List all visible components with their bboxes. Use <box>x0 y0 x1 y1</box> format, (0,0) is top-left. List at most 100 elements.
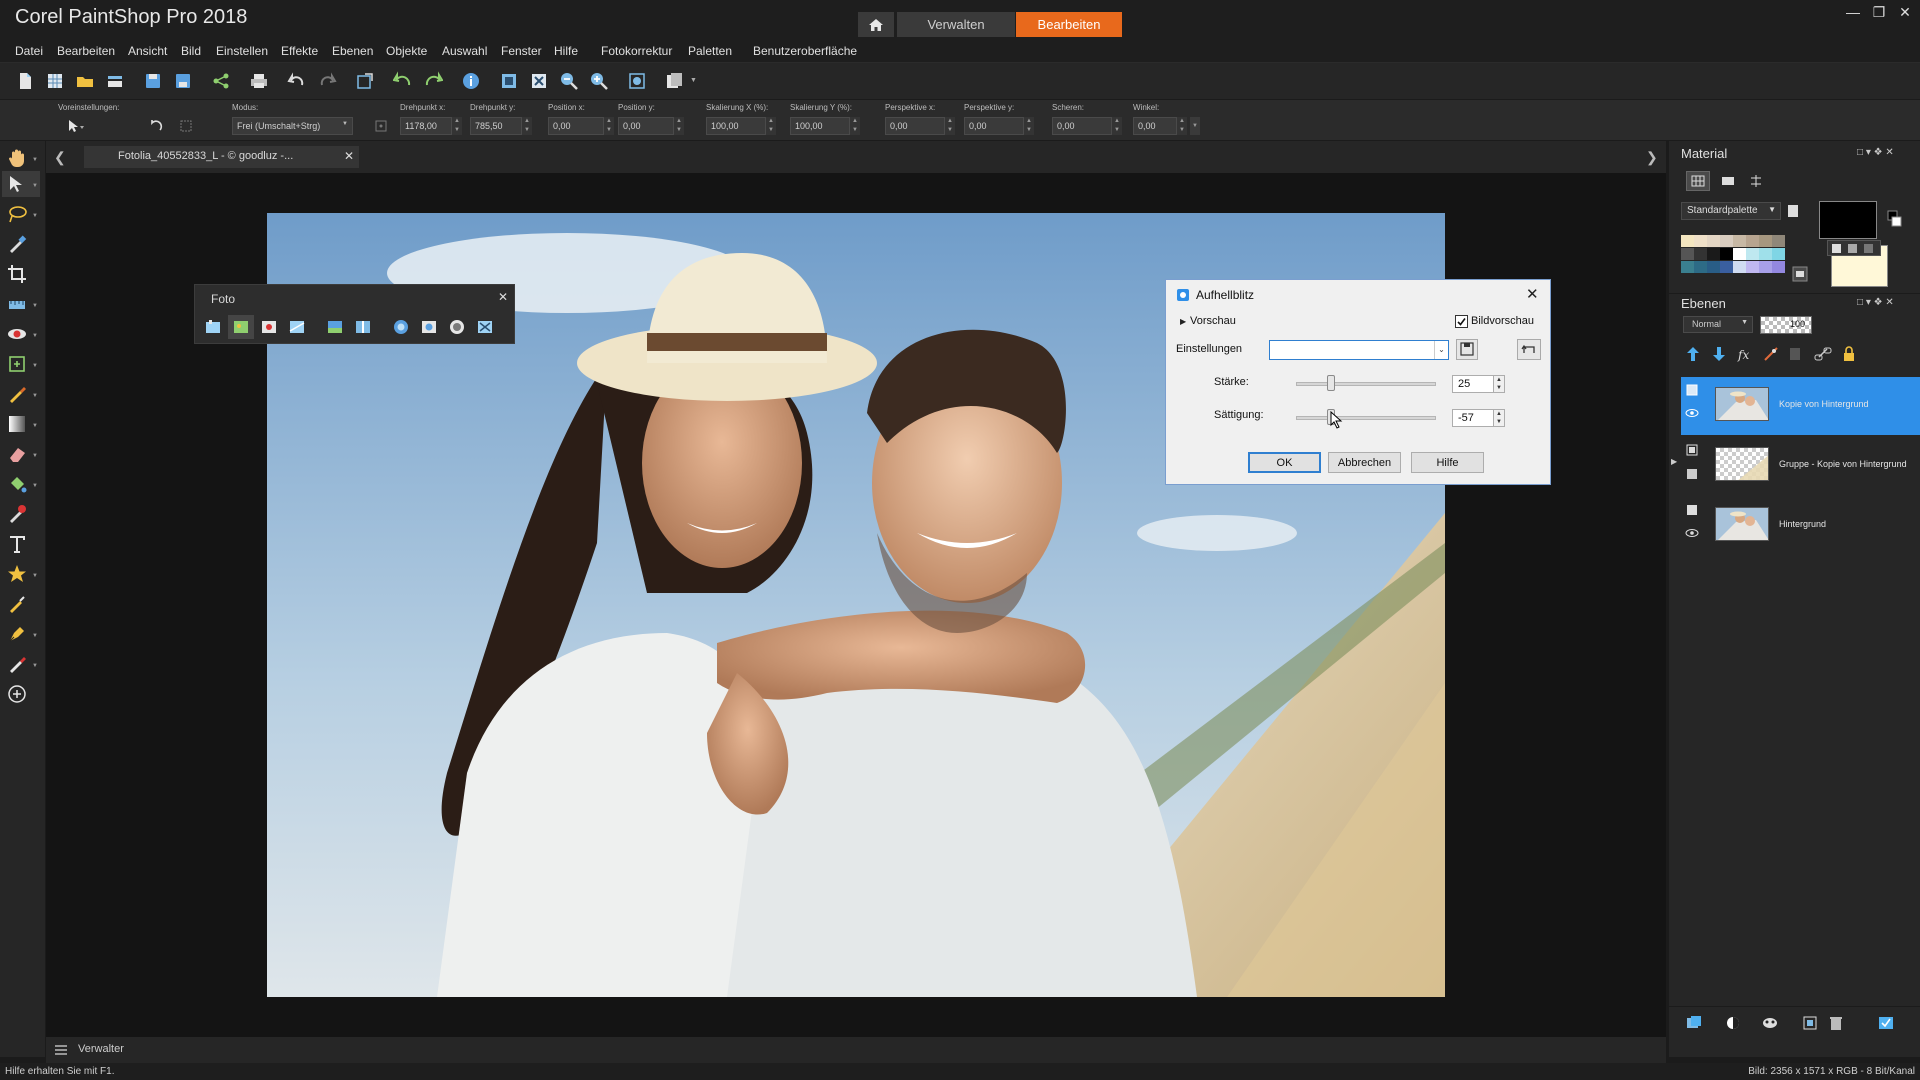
strength-input[interactable]: 25 <box>1452 375 1494 393</box>
menu-layers[interactable]: Ebenen <box>332 44 373 58</box>
lasso-icon[interactable] <box>6 203 28 225</box>
straighten-icon[interactable] <box>6 293 28 315</box>
delete-layer-icon[interactable] <box>1827 1015 1845 1031</box>
palette-select[interactable]: Standardpalette ▼ <box>1681 202 1781 220</box>
tool-flyout-icon[interactable]: ▼ <box>32 183 38 189</box>
tab-manage[interactable]: Verwalten <box>897 12 1015 37</box>
scripts-dropdown-icon[interactable]: ▼ <box>690 77 697 84</box>
sharpen-icon[interactable] <box>475 317 495 337</box>
menu-view[interactable]: Ansicht <box>128 44 167 58</box>
resize-icon[interactable] <box>355 71 375 91</box>
undo-icon[interactable] <box>287 71 307 91</box>
redo-icon[interactable] <box>317 71 337 91</box>
swatch[interactable] <box>1707 235 1720 247</box>
adjust-view-icon[interactable] <box>1747 173 1765 189</box>
scan-icon[interactable] <box>105 71 125 91</box>
smart-photo-fix-icon[interactable] <box>231 317 251 337</box>
shape-star-icon[interactable] <box>6 563 28 585</box>
close-icon[interactable]: ✕ <box>498 290 508 304</box>
tool-flyout-icon[interactable]: ▼ <box>32 333 38 339</box>
swatch[interactable] <box>1694 248 1707 260</box>
brush-icon[interactable] <box>6 383 28 405</box>
palette-options-icon[interactable] <box>1786 204 1800 218</box>
red-eye-fix-icon[interactable] <box>259 317 279 337</box>
tool-flyout-icon[interactable]: ▼ <box>32 663 38 669</box>
new-vector-layer-icon[interactable] <box>1709 345 1729 363</box>
scale-x-field[interactable]: 100,00 <box>706 117 766 135</box>
retouch-icon[interactable] <box>6 653 28 675</box>
lock-icon[interactable] <box>1839 345 1859 363</box>
shear-field[interactable]: 0,00 <box>1052 117 1112 135</box>
angle-dropdown[interactable]: ▼ <box>1190 117 1200 135</box>
swatch[interactable] <box>1694 261 1707 273</box>
perspective-x-spinner[interactable]: ▲ ▼ <box>945 117 955 135</box>
close-tab-icon[interactable]: ✕ <box>344 149 354 163</box>
swatch[interactable] <box>1720 248 1733 260</box>
swatch[interactable] <box>1759 248 1772 260</box>
close-icon[interactable]: ✕ <box>1526 285 1539 303</box>
foreground-color-swatch[interactable] <box>1819 201 1877 239</box>
layer-row[interactable]: ▶ Gruppe - Kopie von Hintergrund <box>1671 437 1920 495</box>
zoom-in-icon[interactable] <box>589 71 609 91</box>
swatch[interactable] <box>1720 235 1733 247</box>
layer-properties-icon[interactable] <box>1877 1015 1895 1031</box>
swatch[interactable] <box>1772 261 1785 273</box>
saturation-spinner[interactable]: ▲ ▼ <box>1493 409 1505 427</box>
swatch[interactable] <box>1746 235 1759 247</box>
crop-icon[interactable] <box>6 263 28 285</box>
new-raster-layer-icon[interactable] <box>1683 345 1703 363</box>
layer-row[interactable]: Hintergrund <box>1681 497 1920 555</box>
image-preview-checkbox[interactable] <box>1455 315 1468 328</box>
save-icon[interactable] <box>143 71 163 91</box>
pen-icon[interactable] <box>6 623 28 645</box>
save-preset-button[interactable] <box>1456 339 1478 360</box>
swatch[interactable] <box>1759 261 1772 273</box>
swatch[interactable] <box>1733 235 1746 247</box>
straighten-photo-icon[interactable] <box>287 317 307 337</box>
scale-x-spinner[interactable]: ▲ ▼ <box>766 117 776 135</box>
visibility-eye-icon[interactable] <box>1685 527 1699 539</box>
preset-pick-icon[interactable] <box>66 118 86 134</box>
tool-flyout-icon[interactable]: ▼ <box>32 573 38 579</box>
pivot-x-field[interactable]: 1178,00 <box>400 117 452 135</box>
strength-slider[interactable] <box>1296 382 1436 386</box>
tool-flyout-icon[interactable]: ▼ <box>32 213 38 219</box>
one-step-fix-icon[interactable] <box>203 317 223 337</box>
mask-icon[interactable] <box>1761 1015 1779 1031</box>
all-tools-lock-icon[interactable] <box>1791 265 1809 283</box>
rotate-left-icon[interactable] <box>393 71 413 91</box>
texture-toggle-icon[interactable] <box>1828 241 1880 255</box>
organizer-icon[interactable] <box>54 1044 68 1056</box>
new-layer-icon[interactable] <box>1685 1015 1703 1031</box>
gradient-icon[interactable] <box>6 413 28 435</box>
strength-slider-thumb[interactable] <box>1327 375 1335 391</box>
menu-edit[interactable]: Bearbeiten <box>57 44 115 58</box>
position-x-field[interactable]: 0,00 <box>548 117 604 135</box>
menu-file[interactable]: Datei <box>15 44 43 58</box>
expand-preview-icon[interactable]: ▶ <box>1180 317 1186 326</box>
red-eye-icon[interactable] <box>6 323 28 345</box>
angle-spinner[interactable]: ▲ ▼ <box>1177 117 1187 135</box>
swatch[interactable] <box>1772 248 1785 260</box>
maximize-icon[interactable]: ❐ <box>1868 2 1890 22</box>
swatch[interactable] <box>1707 248 1720 260</box>
rainbow-view-icon[interactable] <box>1719 173 1737 189</box>
smudge-icon[interactable] <box>6 593 28 615</box>
reset-defaults-button[interactable] <box>1517 339 1541 360</box>
blend-mode-select[interactable]: Normal ▼ <box>1683 316 1753 333</box>
minimize-icon[interactable]: — <box>1842 2 1864 22</box>
fit-window-icon[interactable] <box>499 71 519 91</box>
angle-field[interactable]: 0,00 <box>1133 117 1177 135</box>
swatch[interactable] <box>1733 248 1746 260</box>
home-tab[interactable] <box>858 12 894 37</box>
swatch[interactable] <box>1720 261 1733 273</box>
saturation-input[interactable]: -57 <box>1452 409 1494 427</box>
expand-group-icon[interactable]: ▶ <box>1671 457 1677 466</box>
apply-icon[interactable] <box>178 119 194 133</box>
cancel-button[interactable]: Abbrechen <box>1328 452 1401 473</box>
swatch[interactable] <box>1694 235 1707 247</box>
opacity-field[interactable]: 100 <box>1760 316 1812 334</box>
swatch[interactable] <box>1746 261 1759 273</box>
pivot-y-field[interactable]: 785,50 <box>470 117 522 135</box>
swatch[interactable] <box>1707 261 1720 273</box>
